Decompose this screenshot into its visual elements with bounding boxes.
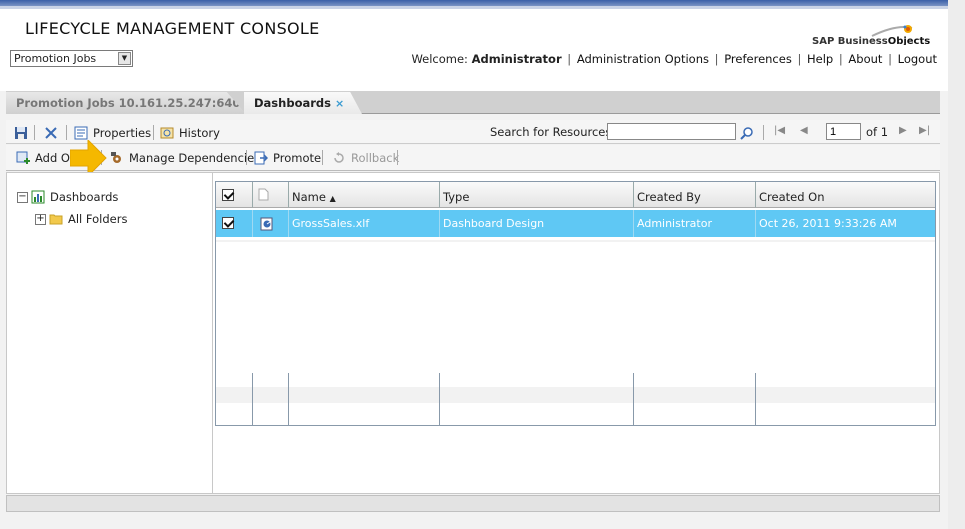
search-button[interactable] <box>740 125 759 141</box>
search-input[interactable] <box>607 123 736 140</box>
last-page-icon[interactable]: ▶| <box>919 125 930 136</box>
delete-button[interactable] <box>44 125 63 141</box>
rollback-button[interactable]: Rollback <box>332 150 399 166</box>
promote-button[interactable]: Promote <box>254 150 321 166</box>
expand-icon[interactable]: + <box>35 213 46 225</box>
row-name[interactable]: GrossSales.xlf <box>289 210 440 237</box>
previous-page-icon[interactable]: ◀ <box>800 125 808 136</box>
dashboard-icon <box>31 190 45 204</box>
page-number-input[interactable] <box>826 123 861 140</box>
about-link[interactable]: About <box>848 52 882 66</box>
collapse-icon[interactable]: − <box>17 191 28 203</box>
dashboard-design-icon <box>260 217 273 231</box>
tab-bar: Promotion Jobs 10.161.25.247:6400 Dashbo… <box>6 91 940 114</box>
grid-column-line <box>439 373 440 425</box>
column-header-created-by[interactable]: Created By <box>634 182 756 208</box>
administration-options-link[interactable]: Administration Options <box>577 52 709 66</box>
toolbar-primary: Properties History Search for Resources … <box>6 120 940 144</box>
grid-band <box>216 240 935 242</box>
grid-band <box>216 387 935 403</box>
tab-promotion-jobs[interactable]: Promotion Jobs 10.161.25.247:6400 <box>6 92 246 114</box>
column-header-name[interactable]: Name ▲ <box>289 182 440 208</box>
sort-ascending-icon: ▲ <box>329 194 336 203</box>
save-icon <box>15 127 27 139</box>
window-right-edge <box>948 0 965 529</box>
select-all-checkbox[interactable] <box>222 189 234 201</box>
document-icon <box>258 188 269 201</box>
type-icon-header <box>253 182 289 208</box>
help-link[interactable]: Help <box>807 52 833 66</box>
next-page-icon[interactable]: ▶ <box>899 125 907 136</box>
welcome-label: Welcome: <box>411 52 468 66</box>
properties-button[interactable]: Properties <box>74 125 151 141</box>
toolbar-secondary: Add Objects Manage Dependencies Promote … <box>6 145 940 171</box>
chevron-down-icon[interactable]: ▼ <box>118 52 131 65</box>
grid-column-line <box>252 373 253 425</box>
page-count: of 1 <box>866 125 889 139</box>
row-created-by: Administrator <box>634 210 756 237</box>
app-header: LIFECYCLE MANAGEMENT CONSOLE SAP Busines… <box>0 9 948 47</box>
properties-icon <box>74 126 88 140</box>
tree-node-dashboards[interactable]: − Dashboards <box>17 190 118 204</box>
save-button[interactable] <box>14 125 33 141</box>
row-type: Dashboard Design <box>440 210 634 237</box>
close-icon <box>45 127 57 139</box>
table-row[interactable]: GrossSales.xlf Dashboard Design Administ… <box>216 210 935 237</box>
column-header-type[interactable]: Type <box>440 182 634 208</box>
logout-link[interactable]: Logout <box>898 52 937 66</box>
gear-icon <box>111 152 121 163</box>
history-icon <box>160 127 174 139</box>
resources-grid: Name ▲ Type Created By Created On GrossS… <box>215 181 936 426</box>
history-button[interactable]: History <box>160 125 220 141</box>
folder-tree: − Dashboards + All Folders <box>7 173 213 493</box>
main-content: − Dashboards + All Folders Name ▲ Type C… <box>6 172 940 494</box>
preferences-link[interactable]: Preferences <box>724 52 792 66</box>
user-name: Administrator <box>471 52 562 66</box>
tab-dashboards[interactable]: Dashboards × <box>244 92 362 114</box>
context-select-value: Promotion Jobs <box>14 52 97 65</box>
grid-column-line <box>288 373 289 425</box>
row-checkbox-cell[interactable] <box>216 210 253 237</box>
row-icon-cell <box>253 210 289 237</box>
column-header-created-on[interactable]: Created On <box>756 182 935 208</box>
select-all-header[interactable] <box>216 182 253 208</box>
add-objects-icon <box>16 151 30 164</box>
first-page-icon[interactable]: |◀ <box>774 125 785 136</box>
grid-column-line <box>755 373 756 425</box>
row-checkbox[interactable] <box>222 217 234 229</box>
manage-dependencies-button[interactable]: Manage Dependencies <box>110 150 260 166</box>
close-icon[interactable]: × <box>335 97 344 110</box>
promote-icon <box>254 151 268 165</box>
user-bar: Welcome: Administrator | Administration … <box>411 52 937 66</box>
search-icon <box>740 127 753 140</box>
row-created-on: Oct 26, 2011 9:33:26 AM <box>759 217 897 230</box>
app-title: LIFECYCLE MANAGEMENT CONSOLE <box>25 19 320 38</box>
status-bar <box>6 495 940 512</box>
grid-column-line <box>633 373 634 425</box>
folder-icon <box>49 214 63 225</box>
search-label: Search for Resources <box>490 125 612 139</box>
context-select[interactable]: Promotion Jobs ▼ <box>10 50 133 67</box>
tree-node-all-folders[interactable]: + All Folders <box>35 212 127 226</box>
highlight-arrow-icon <box>70 140 107 176</box>
rollback-icon <box>334 152 344 163</box>
